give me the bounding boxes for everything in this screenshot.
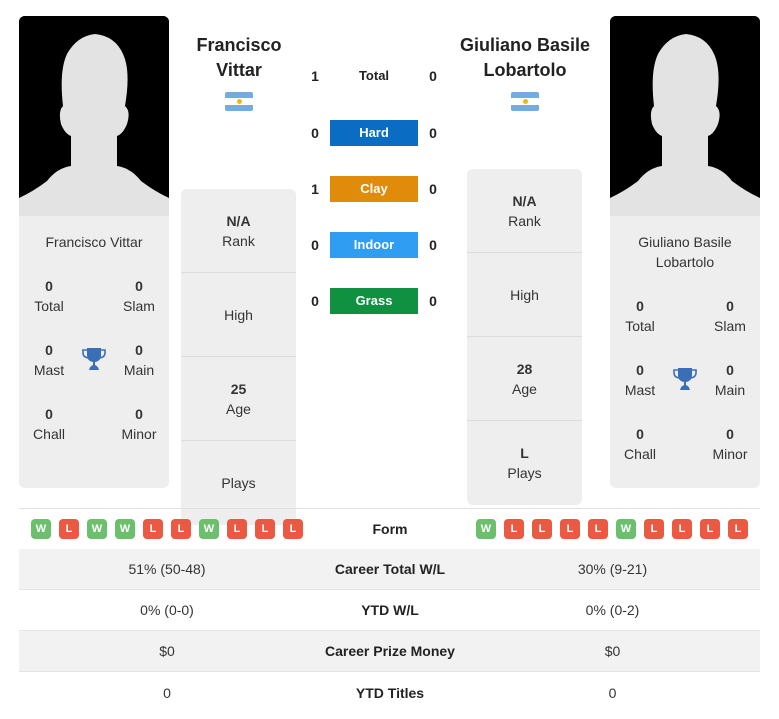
form-win-pill[interactable]: W bbox=[616, 519, 636, 539]
player2-high: High bbox=[467, 253, 582, 337]
player1-rank: N/A Rank bbox=[181, 189, 296, 273]
player1-card: Francisco Vittar 0 Total 0 Slam 0 Mast 0 Mai… bbox=[19, 16, 169, 488]
player2-titles-main: 0 Main bbox=[714, 362, 746, 398]
player2-titles-total: 0 Total bbox=[625, 298, 655, 334]
trophy-icon bbox=[673, 368, 697, 390]
player1-info-panel: N/A Rank High 25 Age Plays bbox=[181, 189, 296, 525]
argentina-flag-icon bbox=[225, 92, 253, 111]
form-win-pill[interactable]: W bbox=[115, 519, 135, 539]
row-label: Career Total W/L bbox=[334, 561, 446, 577]
h2h-p1-value: 0 bbox=[311, 125, 319, 141]
h2h-p2-value: 0 bbox=[429, 181, 437, 197]
player2-age: 28 Age bbox=[467, 337, 582, 421]
row-label: YTD W/L bbox=[361, 602, 419, 618]
form-loss-pill[interactable]: L bbox=[504, 519, 524, 539]
player1-titles-main: 0 Main bbox=[123, 342, 155, 378]
form-win-pill[interactable]: W bbox=[87, 519, 107, 539]
player1-career-wl: 51% (50-48) bbox=[128, 561, 206, 577]
player1-titles-chall: 0 Chall bbox=[33, 406, 65, 442]
h2h-p2-value: 0 bbox=[429, 237, 437, 253]
table-row: 0% (0-0) YTD W/L 0% (0-2) bbox=[19, 590, 760, 631]
player1-photo[interactable] bbox=[19, 16, 169, 216]
player2-plays: L Plays bbox=[507, 445, 542, 481]
player2-ytd-titles: 0 bbox=[608, 684, 617, 701]
row-label: YTD Titles bbox=[355, 684, 425, 701]
form-win-pill[interactable]: W bbox=[476, 519, 496, 539]
form-loss-pill[interactable]: L bbox=[560, 519, 580, 539]
player2-titles-minor: 0 Minor bbox=[712, 426, 748, 462]
form-loss-pill[interactable]: L bbox=[171, 519, 191, 539]
h2h-p2-value: 0 bbox=[429, 293, 437, 309]
form-loss-pill[interactable]: L bbox=[644, 519, 664, 539]
silhouette-icon bbox=[19, 16, 169, 216]
table-row: $0 Career Prize Money $0 bbox=[19, 631, 760, 672]
surface-grass-badge[interactable]: Grass bbox=[330, 288, 418, 314]
h2h-p1-value: 1 bbox=[311, 181, 319, 197]
h2h-total-row: 1 Total 0 bbox=[300, 63, 460, 89]
player1-prize-money: $0 bbox=[159, 643, 175, 659]
form-row: WLWWLLWLLL Form WLLLLWLLLL bbox=[19, 510, 760, 548]
player2-titles-slam: 0 Slam bbox=[714, 298, 746, 334]
player2-career-wl: 30% (9-21) bbox=[577, 561, 648, 577]
player2-ytd-wl: 0% (0-2) bbox=[585, 602, 640, 618]
player1-titles-total: 0 Total bbox=[34, 278, 64, 314]
table-row: 51% (50-48) Career Total W/L 30% (9-21) bbox=[19, 549, 760, 590]
player2-card-name: Giuliano Basile Lobartolo bbox=[638, 234, 732, 270]
row-label: Career Prize Money bbox=[325, 643, 455, 659]
surface-clay-badge[interactable]: Clay bbox=[330, 176, 418, 202]
form-loss-pill[interactable]: L bbox=[227, 519, 247, 539]
form-loss-pill[interactable]: L bbox=[672, 519, 692, 539]
h2h-total-label: Total bbox=[358, 68, 390, 83]
stats-table: 51% (50-48) Career Total W/L 30% (9-21) … bbox=[19, 549, 760, 713]
player2-card: Giuliano Basile Lobartolo 0 Total 0 Slam 0… bbox=[610, 16, 760, 488]
h2h-indoor-row: 0 Indoor 0 bbox=[300, 232, 460, 258]
player1-card-name: Francisco Vittar bbox=[45, 234, 143, 250]
h2h-clay-row: 1 Clay 0 bbox=[300, 176, 460, 202]
player2-rank: N/A Rank bbox=[467, 169, 582, 253]
h2h-p1-value: 1 bbox=[311, 68, 319, 84]
player1-high: High bbox=[181, 273, 296, 357]
player2-titles-chall: 0 Chall bbox=[624, 426, 656, 462]
player2-titles-mast: 0 Mast bbox=[624, 362, 656, 398]
form-loss-pill[interactable]: L bbox=[700, 519, 720, 539]
player2-info-panel: N/A Rank High 28 Age L Plays bbox=[467, 169, 582, 505]
player1-ytd-titles: 0 bbox=[163, 684, 171, 701]
form-loss-pill[interactable]: L bbox=[588, 519, 608, 539]
form-loss-pill[interactable]: L bbox=[728, 519, 748, 539]
player1-form-pills: WLWWLLWLLL bbox=[31, 519, 303, 539]
form-win-pill[interactable]: W bbox=[199, 519, 219, 539]
argentina-flag-icon bbox=[511, 92, 539, 111]
h2h-hard-row: 0 Hard 0 bbox=[300, 120, 460, 146]
player2-photo[interactable] bbox=[610, 16, 760, 216]
player2-prize-money: $0 bbox=[604, 643, 621, 659]
player1-titles-minor: 0 Minor bbox=[121, 406, 157, 442]
trophy-icon bbox=[82, 348, 106, 370]
silhouette-icon bbox=[610, 16, 760, 216]
surface-indoor-badge[interactable]: Indoor bbox=[330, 232, 418, 258]
player2-name-heading[interactable]: Giuliano Basile Lobartolo bbox=[440, 33, 610, 83]
player1-age: 25 Age bbox=[181, 357, 296, 441]
form-win-pill[interactable]: W bbox=[31, 519, 51, 539]
form-label: Form bbox=[372, 521, 408, 537]
form-loss-pill[interactable]: L bbox=[283, 519, 303, 539]
player1-titles-mast: 0 Mast bbox=[33, 342, 65, 378]
player1-titles-slam: 0 Slam bbox=[123, 278, 155, 314]
h2h-p1-value: 0 bbox=[311, 237, 319, 253]
table-row: 0 YTD Titles 0 bbox=[19, 672, 760, 713]
h2h-grass-row: 0 Grass 0 bbox=[300, 288, 460, 314]
player1-name-heading[interactable]: Francisco Vittar bbox=[154, 33, 324, 83]
divider bbox=[19, 508, 760, 509]
player1-ytd-wl: 0% (0-0) bbox=[140, 602, 194, 618]
surface-hard-badge[interactable]: Hard bbox=[330, 120, 418, 146]
form-loss-pill[interactable]: L bbox=[532, 519, 552, 539]
h2h-p2-value: 0 bbox=[429, 125, 437, 141]
form-loss-pill[interactable]: L bbox=[59, 519, 79, 539]
form-loss-pill[interactable]: L bbox=[143, 519, 163, 539]
h2h-p1-value: 0 bbox=[311, 293, 319, 309]
form-loss-pill[interactable]: L bbox=[255, 519, 275, 539]
player2-form-pills: WLLLLWLLLL bbox=[476, 519, 748, 539]
